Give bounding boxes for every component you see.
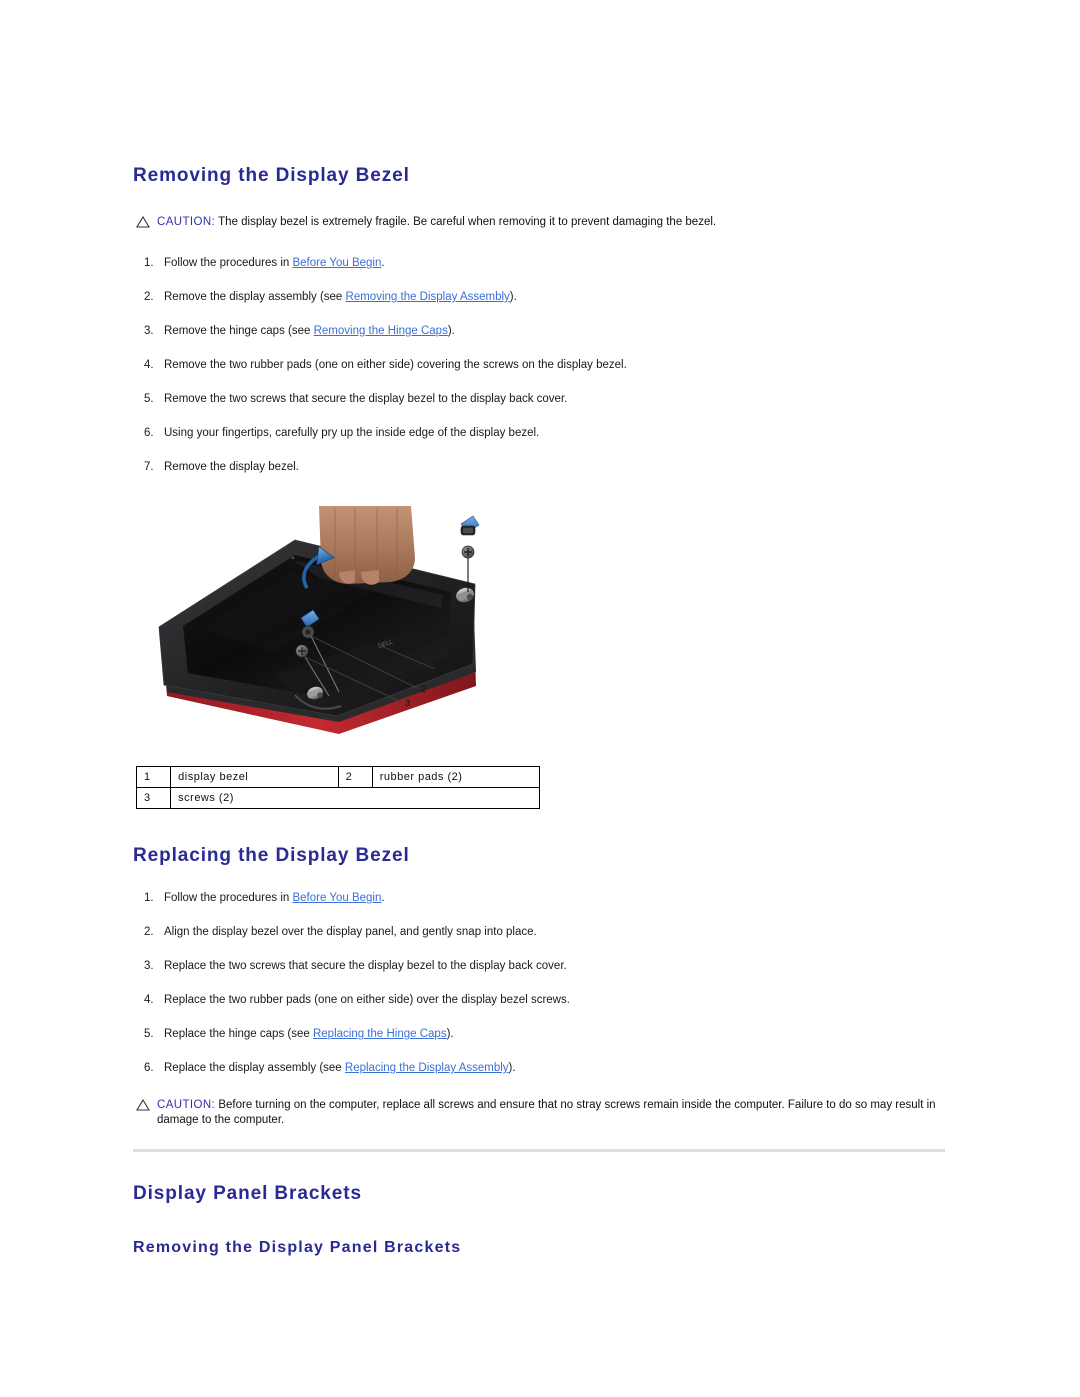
- list-item-number: 1.: [144, 257, 154, 269]
- callout-3: 3: [405, 698, 410, 708]
- list-item-text-post: ).: [509, 291, 517, 303]
- list-item-text-post: ).: [447, 325, 455, 337]
- list-item-number: 4.: [144, 359, 154, 371]
- legend-value-2: rubber pads (2): [371, 766, 541, 788]
- link-replacing-the-display-assembly[interactable]: Replacing the Display Assembly: [345, 1062, 509, 1074]
- figure-legend-table: 1 display bezel 2 rubber pads (2) 3 scre…: [135, 766, 541, 809]
- legend-value-3: screws (2): [170, 787, 540, 809]
- list-item: 5. Remove the two screws that secure the …: [133, 392, 953, 407]
- list-item-number: 5.: [144, 1028, 154, 1040]
- link-removing-the-display-assembly[interactable]: Removing the Display Assembly: [346, 291, 510, 303]
- list-item-text: Replace the hinge caps (see: [164, 1028, 313, 1040]
- list-item: 6. Using your fingertips, carefully pry u…: [133, 426, 953, 441]
- list-item: 4. Remove the two rubber pads (one on eit…: [133, 358, 953, 373]
- list-item-text: Remove the two screws that secure the di…: [164, 393, 568, 405]
- list-item-text-post: .: [381, 257, 385, 269]
- list-item-text: Align the display bezel over the display…: [164, 926, 537, 938]
- list-item-text: Replace the two rubber pads (one on eith…: [164, 994, 570, 1006]
- list-item-text: Remove the two rubber pads (one on eithe…: [164, 359, 627, 371]
- legend-key-1: 1: [135, 766, 172, 788]
- list-item: 4. Replace the two rubber pads (one on ei…: [133, 993, 953, 1008]
- list-item: 2. Align the display bezel over the displ…: [133, 925, 953, 940]
- page-title-replacing-display-bezel: Replacing the Display Bezel: [133, 845, 410, 866]
- list-item: 1. Follow the procedures in Before You Be…: [133, 256, 953, 271]
- page-title-display-panel-brackets: Display Panel Brackets: [133, 1183, 362, 1204]
- warning-triangle-icon: [136, 216, 150, 228]
- document-content: Removing the Display Bezel CAUTION: The …: [133, 165, 953, 1258]
- caution-note-top: CAUTION: The display bezel is extremely …: [133, 215, 953, 230]
- page-subtitle-removing-display-panel-brackets: Removing the Display Panel Brackets: [133, 1239, 462, 1256]
- link-before-you-begin-2[interactable]: Before You Begin: [292, 892, 381, 904]
- legend-key-3: 3: [135, 787, 172, 809]
- table-row: 1 display bezel 2 rubber pads (2): [135, 766, 541, 788]
- display-bezel-illustration: DELL 1 2 3: [143, 496, 563, 736]
- document-page: Removing the Display Bezel CAUTION: The …: [0, 0, 1080, 1397]
- link-removing-the-hinge-caps[interactable]: Removing the Hinge Caps: [314, 325, 448, 337]
- list-item-number: 4.: [144, 994, 154, 1006]
- list-item-text: Using your fingertips, carefully pry up …: [164, 427, 540, 439]
- list-item-text: Remove the display bezel.: [164, 461, 299, 473]
- list-item-number: 7.: [144, 461, 154, 473]
- list-item-text: Follow the procedures in: [164, 892, 293, 904]
- list-item-number: 2.: [144, 291, 154, 303]
- list-item: 2. Remove the display assembly (see Remov…: [133, 290, 953, 305]
- list-item-number: 1.: [144, 892, 154, 904]
- legend-key-2: 2: [337, 766, 373, 788]
- caution-label-bottom: CAUTION:: [157, 1099, 216, 1111]
- caution-text-bottom: Before turning on the computer, replace …: [157, 1099, 936, 1126]
- list-item-text-post: ).: [446, 1028, 454, 1040]
- list-item-text: Replace the display assembly (see: [164, 1062, 345, 1074]
- legend-value-1: display bezel: [170, 766, 339, 788]
- list-item-number: 5.: [144, 393, 154, 405]
- list-item-text-post: .: [381, 892, 385, 904]
- screw-lower-left: [295, 644, 309, 658]
- list-item: 3. Remove the hinge caps (see Removing th…: [133, 324, 953, 339]
- list-item-text-post: ).: [508, 1062, 516, 1074]
- list-item-number: 3.: [144, 325, 154, 337]
- caution-label-top: CAUTION:: [157, 216, 216, 228]
- hand-prying-bezel: [319, 506, 415, 585]
- callout-1: 1: [439, 665, 444, 675]
- warning-triangle-icon: [136, 1099, 150, 1111]
- list-item: 3. Replace the two screws that secure the…: [133, 959, 953, 974]
- callout-2: 2: [421, 684, 426, 694]
- list-item-number: 2.: [144, 926, 154, 938]
- list-item-number: 3.: [144, 960, 154, 972]
- caution-note-bottom: CAUTION: Before turning on the computer,…: [133, 1098, 953, 1128]
- list-item: 1. Follow the procedures in Before You Be…: [133, 891, 953, 906]
- list-item-text: Remove the display assembly (see: [164, 291, 346, 303]
- list-item-text: Follow the procedures in: [164, 257, 293, 269]
- display-bezel-figure: DELL 1 2 3: [143, 496, 563, 736]
- list-item-text: Replace the two screws that secure the d…: [164, 960, 567, 972]
- removing-procedure-list: 1. Follow the procedures in Before You Be…: [133, 256, 953, 475]
- replacing-procedure-list: 1. Follow the procedures in Before You Be…: [133, 891, 953, 1076]
- list-item-number: 6.: [144, 427, 154, 439]
- list-item: 7. Remove the display bezel.: [133, 460, 953, 475]
- table-row: 3 screws (2): [135, 787, 540, 809]
- link-before-you-begin[interactable]: Before You Begin: [292, 257, 381, 269]
- page-title-removing-display-bezel: Removing the Display Bezel: [133, 165, 410, 186]
- list-item-number: 6.: [144, 1062, 154, 1074]
- list-item-text: Remove the hinge caps (see: [164, 325, 314, 337]
- list-item: 6. Replace the display assembly (see Repl…: [133, 1061, 953, 1076]
- list-item: 5. Replace the hinge caps (see Replacing …: [133, 1027, 953, 1042]
- link-replacing-the-hinge-caps[interactable]: Replacing the Hinge Caps: [313, 1028, 447, 1040]
- caution-text-top: The display bezel is extremely fragile. …: [215, 216, 717, 228]
